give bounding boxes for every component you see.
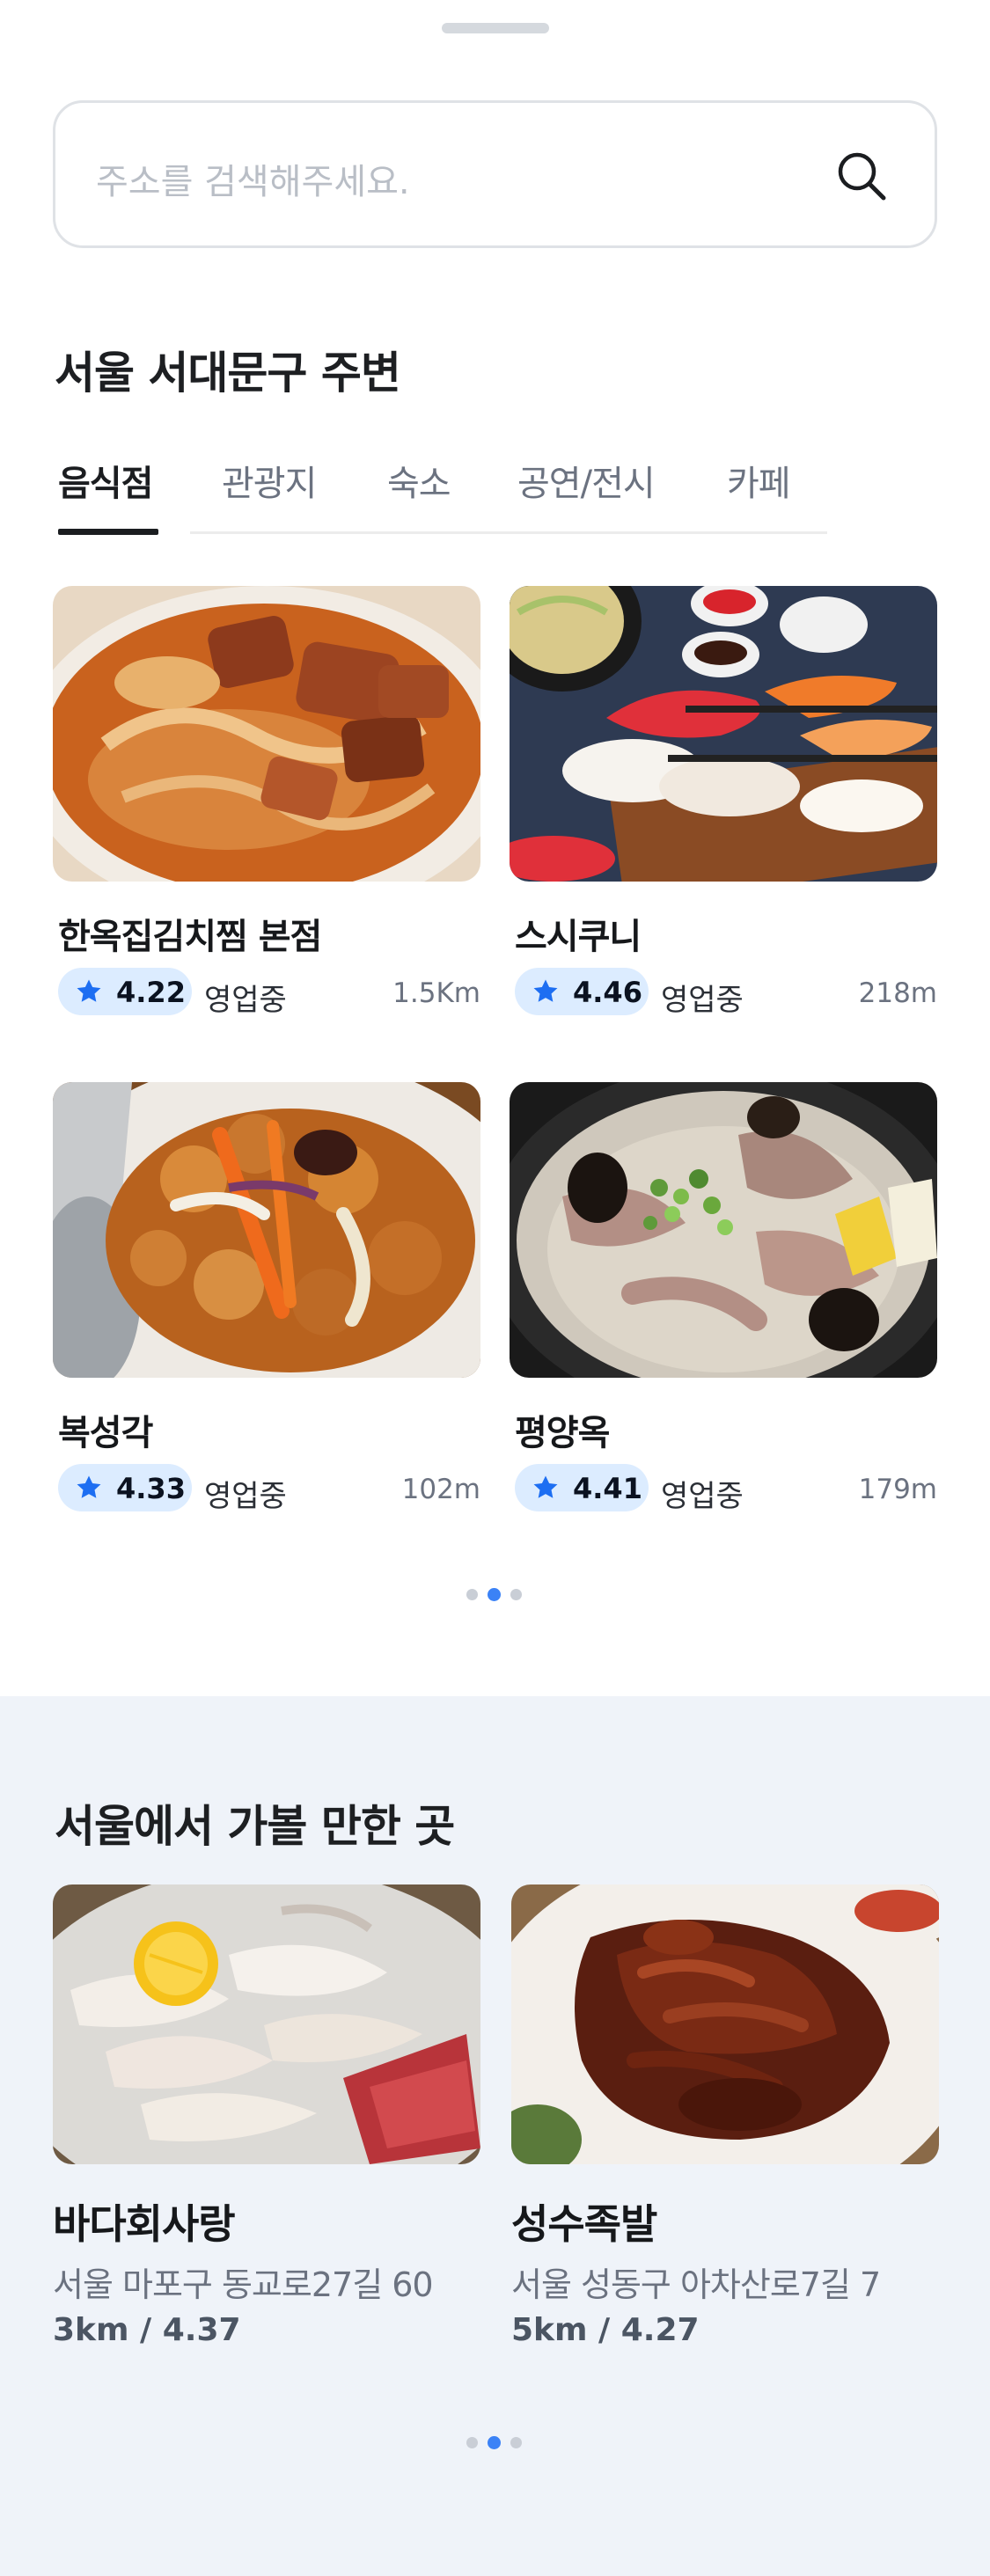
place-photo	[53, 1082, 480, 1378]
recommend-photo	[511, 1884, 939, 2164]
star-icon	[531, 977, 561, 1006]
recommend-section-title: 서울에서 가볼 만한 곳	[55, 1801, 455, 1852]
place-name: 평양옥	[515, 1413, 610, 1453]
pager-dot-active[interactable]	[488, 2436, 501, 2449]
recommend-summary: 5km / 4.27	[511, 2312, 700, 2348]
active-tab-indicator	[58, 529, 158, 535]
rating-value: 4.41	[573, 1472, 642, 1505]
star-icon	[74, 977, 104, 1006]
place-card[interactable]: 한옥집김치찜 본점 4.22 영업중 1.5Km	[53, 586, 480, 1018]
tab-restaurant[interactable]: 음식점	[58, 455, 153, 506]
rating-value: 4.22	[116, 976, 186, 1009]
place-card[interactable]: 복성각 4.33 영업중 102m	[53, 1082, 480, 1514]
pager-dot[interactable]	[466, 2437, 478, 2448]
open-status: 영업중	[661, 983, 744, 1018]
recommend-summary: 3km / 4.37	[53, 2312, 241, 2348]
drag-handle[interactable]	[442, 23, 549, 33]
place-meta: 4.46 영업중 218m	[515, 968, 937, 1018]
distance: 102m	[401, 1474, 480, 1505]
nearby-section-title: 서울 서대문구 주변	[55, 348, 401, 399]
rating-badge: 4.33	[58, 1464, 192, 1511]
recommend-address: 서울 마포구 동교로27길 60	[53, 2265, 434, 2304]
place-card[interactable]: 평양옥 4.41 영업중 179m	[510, 1082, 937, 1514]
search-bar[interactable]: 주소를 검색해주세요.	[53, 100, 937, 248]
distance: 1.5Km	[392, 977, 480, 1009]
recommend-name: 성수족발	[511, 2200, 657, 2248]
place-photo	[510, 1082, 937, 1378]
rating-badge: 4.41	[515, 1464, 649, 1511]
star-icon	[531, 1473, 561, 1503]
place-name: 복성각	[58, 1413, 153, 1453]
place-card[interactable]: 스시쿠니 4.46 영업중 218m	[510, 586, 937, 1018]
pager-dot[interactable]	[510, 2437, 522, 2448]
rating-value: 4.33	[116, 1472, 186, 1505]
search-icon[interactable]	[834, 149, 889, 203]
rating-value: 4.46	[573, 976, 642, 1009]
rating-badge: 4.46	[515, 968, 649, 1015]
open-status: 영업중	[204, 983, 287, 1018]
distance: 179m	[858, 1474, 937, 1505]
category-tabs: 음식점 관광지 숙소 공연/전시 카페	[55, 444, 827, 535]
tab-lodging[interactable]: 숙소	[387, 455, 451, 506]
nearby-pager[interactable]	[466, 1588, 528, 1601]
pager-dot[interactable]	[466, 1589, 478, 1600]
place-photo	[510, 586, 937, 882]
recommend-address: 서울 성동구 아차산로7길 7	[511, 2265, 881, 2304]
recommend-pager[interactable]	[466, 2436, 528, 2449]
recommend-name: 바다회사랑	[53, 2200, 236, 2248]
star-icon	[74, 1473, 104, 1503]
tab-performance-exhibition[interactable]: 공연/전시	[517, 455, 656, 506]
open-status: 영업중	[661, 1479, 744, 1514]
distance: 218m	[858, 977, 937, 1009]
place-meta: 4.22 영업중 1.5Km	[58, 968, 480, 1018]
search-input[interactable]: 주소를 검색해주세요.	[96, 153, 410, 204]
place-name: 스시쿠니	[515, 917, 642, 957]
tab-cafe[interactable]: 카페	[727, 455, 791, 506]
pager-dot[interactable]	[510, 1589, 522, 1600]
tabs-divider	[190, 531, 827, 534]
recommend-photo	[53, 1884, 480, 2164]
pager-dot-active[interactable]	[488, 1588, 501, 1601]
rating-badge: 4.22	[58, 968, 192, 1015]
recommend-card[interactable]: 바다회사랑 서울 마포구 동교로27길 60 3km / 4.37	[53, 1884, 480, 2348]
open-status: 영업중	[204, 1479, 287, 1514]
place-meta: 4.41 영업중 179m	[515, 1464, 937, 1514]
place-photo	[53, 586, 480, 882]
recommend-card[interactable]: 성수족발 서울 성동구 아차산로7길 7 5km / 4.27	[511, 1884, 939, 2348]
place-meta: 4.33 영업중 102m	[58, 1464, 480, 1514]
place-name: 한옥집김치찜 본점	[58, 917, 322, 957]
tab-attractions[interactable]: 관광지	[222, 455, 317, 506]
